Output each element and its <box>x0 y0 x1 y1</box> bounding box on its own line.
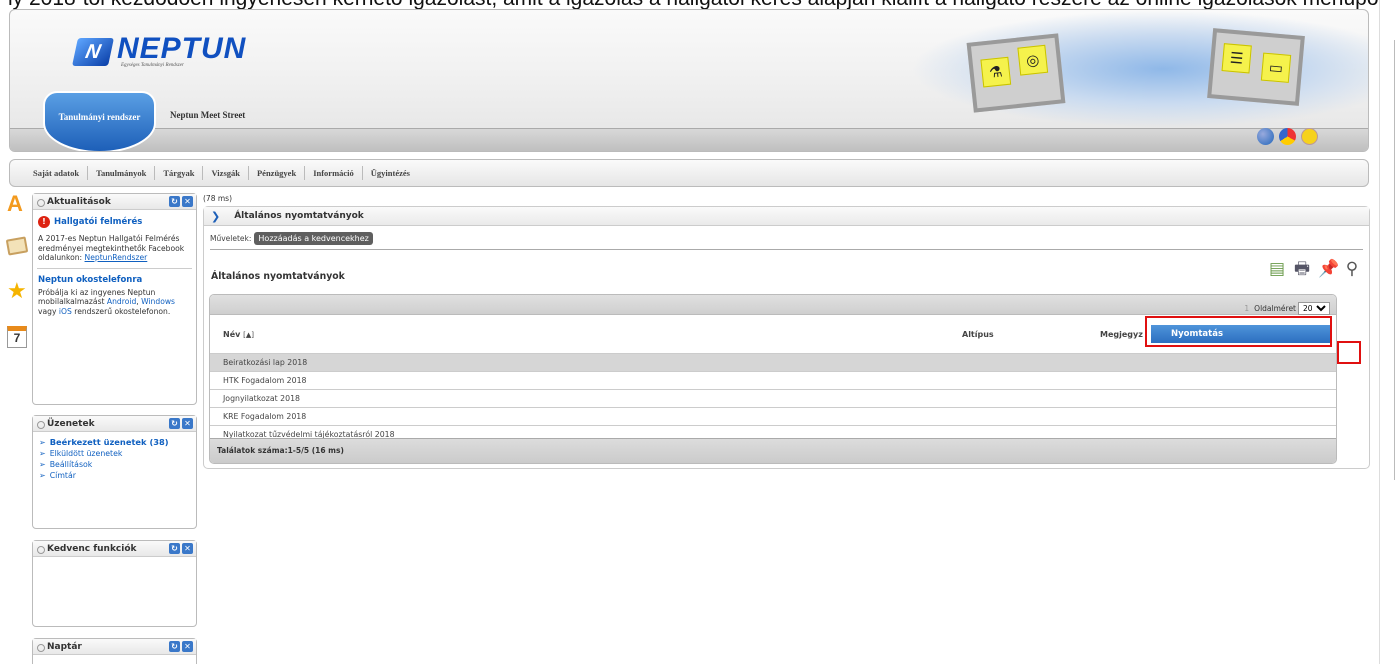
inbox-link[interactable]: ➢ Beérkezett üzenetek (38) <box>33 437 196 448</box>
panel-title: Kedvenc funkciók <box>47 544 137 554</box>
calendar-side-icon[interactable]: 7 <box>7 326 27 348</box>
main-title-bar: ❯ Általános nyomtatványok <box>204 207 1369 226</box>
envelope-side-icon[interactable] <box>5 236 29 256</box>
news-item-body: Próbálja ki az ingyenes Neptun mobilalka… <box>38 287 176 316</box>
laptop-note-icon: ▭ <box>1260 52 1292 83</box>
panel-aktualitasok-header: Aktualitások ↻ ✕ <box>33 194 196 210</box>
page-size-select[interactable]: 20 <box>1298 302 1330 315</box>
arrow-icon: ➢ <box>39 471 46 480</box>
page: ly 2018-tól kezdődően ingyenesen kérhető… <box>0 0 1397 664</box>
android-link[interactable]: Android <box>107 297 136 306</box>
news-item-title[interactable]: Hallgatói felmérés <box>54 217 142 227</box>
page-size-label: Oldalméret <box>1254 304 1296 313</box>
operations-label: Műveletek: <box>210 234 252 243</box>
warning-icon: ! <box>38 216 50 228</box>
decor-board-left: ⚗ ◎ <box>966 33 1066 113</box>
column-header-note[interactable]: Megjegyz <box>1100 330 1143 339</box>
search-icon[interactable]: ⚲ <box>1343 257 1361 281</box>
news-item-body: A 2017-es Neptun Hallgatói Felmérés ered… <box>38 234 185 262</box>
menu-ugyintezes[interactable]: Ügyintézés <box>363 166 418 180</box>
page-title: Általános nyomtatványok <box>234 211 364 221</box>
facebook-link[interactable]: NeptunRendszer <box>85 253 148 262</box>
color-settings-icon[interactable] <box>1279 128 1296 145</box>
panel-kedvenc-funkciok: Kedvenc funkciók ↻ ✕ <box>32 540 197 627</box>
column-header-name[interactable]: Név [▲] <box>223 330 254 339</box>
close-icon[interactable]: ✕ <box>182 641 193 652</box>
highlight-plus-button <box>1337 341 1361 364</box>
logo-mark: N <box>72 37 114 66</box>
page-number[interactable]: 1 <box>1244 304 1249 313</box>
menu-vizsgak[interactable]: Vizsgák <box>203 166 249 180</box>
main-menu: Saját adatok Tanulmányok Tárgyak Vizsgák… <box>9 159 1369 187</box>
books-note-icon: ⚗ <box>980 56 1012 88</box>
stack-note-icon: ☰ <box>1221 43 1252 74</box>
refresh-icon[interactable]: ↻ <box>169 641 180 652</box>
panel-naptar: Naptár ↻ ✕ <box>32 638 197 664</box>
pager: 1 Oldalméret 20 <box>1244 302 1330 315</box>
header-decoration: ⚗ ◎ ☰ ▭ <box>910 10 1368 128</box>
panel-uzenetek: Üzenetek ↻ ✕ ➢ Beérkezett üzenetek (38) ➢ E… <box>32 415 197 529</box>
menu-targyak[interactable]: Tárgyak <box>155 166 204 180</box>
help-icon[interactable] <box>1257 128 1274 145</box>
arrow-icon: ➢ <box>39 438 46 447</box>
logo-name: NEPTUN <box>117 32 247 65</box>
arrow-icon: ➢ <box>39 449 46 458</box>
directory-link[interactable]: ➢ Címtár <box>33 470 196 481</box>
table-row[interactable]: Beiratkozási lap 2018+ <box>210 353 1336 371</box>
refresh-icon[interactable]: ↻ <box>169 543 180 554</box>
operations-bar: Műveletek: Hozzáadás a kedvencekhez <box>210 232 373 245</box>
section-title: Általános nyomtatványok <box>211 271 345 282</box>
tab-tanulmanyi-rendszer[interactable]: Tanulmányi rendszer <box>43 91 156 151</box>
menu-sajat-adatok[interactable]: Saját adatok <box>25 166 89 180</box>
globe-note-icon: ◎ <box>1017 44 1049 76</box>
print-icon[interactable]: 🖶 <box>1293 257 1311 281</box>
menu-tanulmanyok[interactable]: Tanulmányok <box>88 166 156 180</box>
toolbar: ▤ 🖶 📌 ⚲ <box>1268 257 1361 281</box>
column-header-subtype[interactable]: Altípus <box>962 330 994 339</box>
news-side-icon[interactable]: A <box>7 193 27 215</box>
highlight-print-column <box>1145 316 1332 347</box>
header: ⚗ ◎ ☰ ▭ N NEPTUN Egységes Tanulmányi Ren… <box>9 9 1369 152</box>
neptun-logo: N NEPTUN Egységes Tanulmányi Rendszer <box>72 32 247 68</box>
close-icon[interactable]: ✕ <box>182 196 193 207</box>
add-to-favorites-button[interactable]: Hozzáadás a kedvencekhez <box>254 232 373 245</box>
header-bar <box>10 128 1368 151</box>
close-icon[interactable]: ✕ <box>182 543 193 554</box>
ios-link[interactable]: iOS <box>59 307 72 316</box>
star-side-icon[interactable]: ★ <box>7 281 27 303</box>
news-item-title[interactable]: Neptun okostelefonra <box>38 275 142 285</box>
panel-title: Üzenetek <box>47 419 95 429</box>
excel-export-icon[interactable]: ▤ <box>1268 257 1286 281</box>
arrow-icon: ➢ <box>39 460 46 469</box>
windows-link[interactable]: Windows <box>141 297 175 306</box>
panel-title: Aktualitások <box>47 197 111 207</box>
pin-icon[interactable]: 📌 <box>1318 257 1339 281</box>
results-count: Találatok száma:1-5/5 (16 ms) <box>210 438 1336 463</box>
table-row[interactable]: Jognyilatkozat 2018+ <box>210 389 1336 407</box>
settings-link[interactable]: ➢ Beállítások <box>33 459 196 470</box>
panel-title: Naptár <box>47 642 82 652</box>
decor-board-right: ☰ ▭ <box>1207 28 1305 106</box>
scrollbar[interactable] <box>1379 0 1397 664</box>
table-row[interactable]: HTK Fogadalom 2018+ <box>210 371 1336 389</box>
menu-informacio[interactable]: Információ <box>305 166 363 180</box>
chevron-right-icon[interactable]: ❯ <box>211 210 220 223</box>
table-row[interactable]: KRE Fogadalom 2018+ <box>210 407 1336 425</box>
sent-link[interactable]: ➢ Elküldött üzenetek <box>33 448 196 459</box>
close-icon[interactable]: ✕ <box>182 418 193 429</box>
refresh-icon[interactable]: ↻ <box>169 196 180 207</box>
menu-penzugyek[interactable]: Pénzügyek <box>249 166 306 180</box>
sort-asc-icon[interactable]: [▲] <box>243 331 254 339</box>
panel-aktualitasok: Aktualitások ↻ ✕ ! Hallgatói felmérés A 20… <box>32 193 197 405</box>
load-time: (78 ms) <box>203 194 232 203</box>
refresh-icon[interactable]: ↻ <box>169 418 180 429</box>
tab-meet-street[interactable]: Neptun Meet Street <box>170 110 245 120</box>
smiley-icon[interactable] <box>1301 128 1318 145</box>
